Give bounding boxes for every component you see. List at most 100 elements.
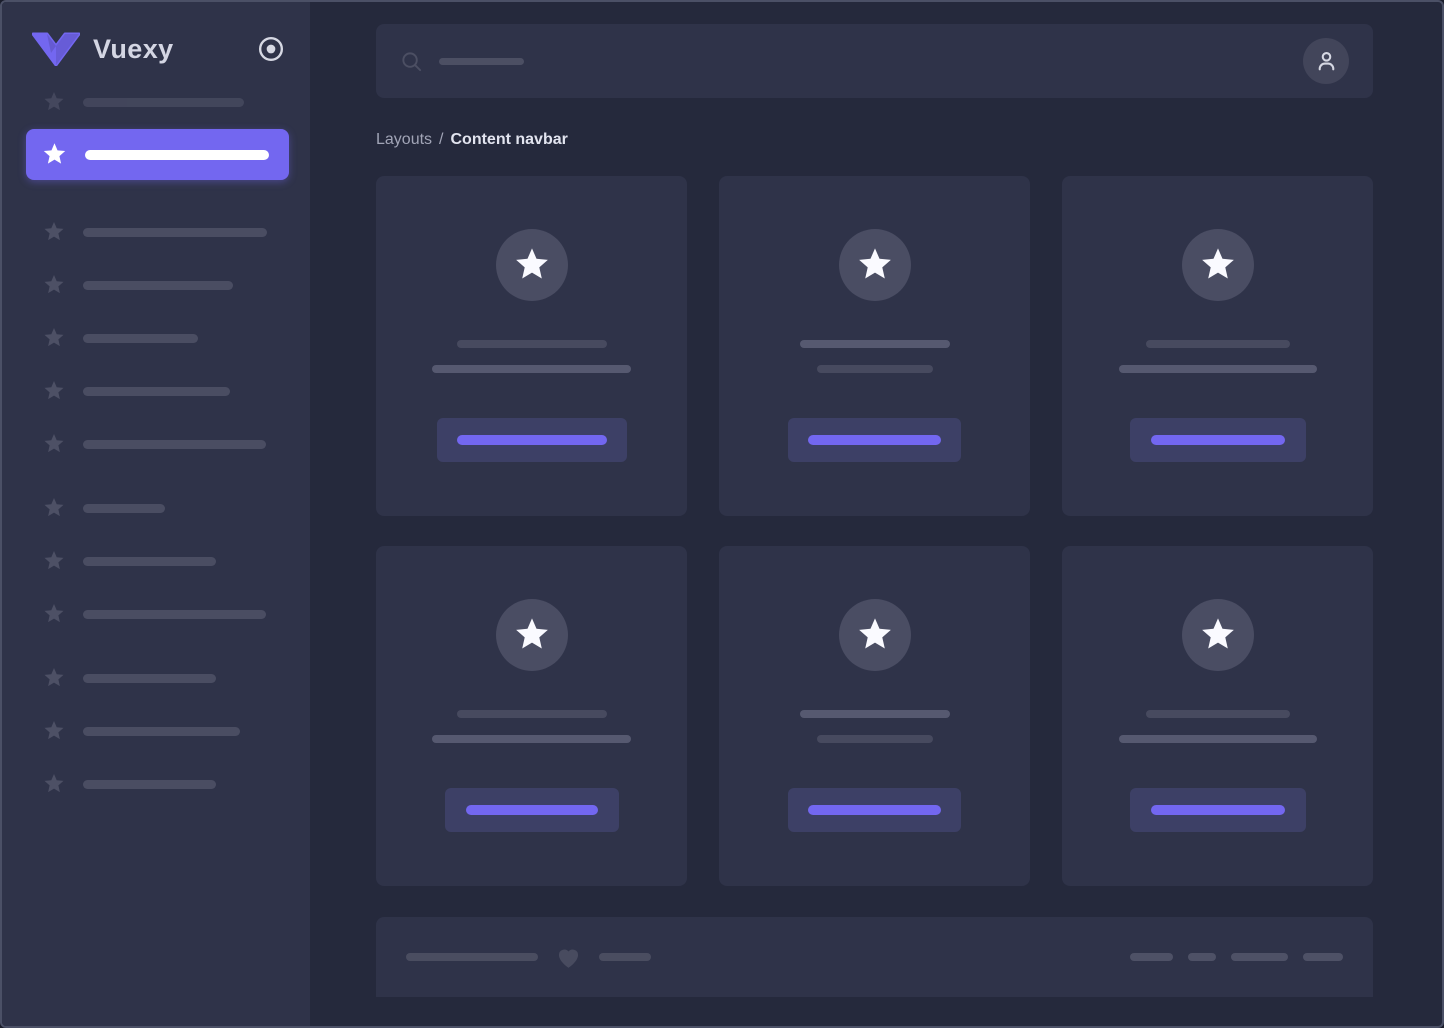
footer-link-skeleton xyxy=(1303,953,1343,961)
card-text-skeleton xyxy=(817,365,933,373)
sidebar-item[interactable] xyxy=(42,602,288,626)
star-icon xyxy=(855,615,895,655)
card-action-button[interactable] xyxy=(1130,788,1306,832)
vuexy-logo-icon xyxy=(32,32,80,66)
card-action-button[interactable] xyxy=(445,788,619,832)
footer-card xyxy=(376,917,1373,997)
heart-icon xyxy=(555,944,582,971)
search-icon xyxy=(400,50,423,73)
sidebar-item-active[interactable] xyxy=(26,129,289,180)
menu-label-skeleton xyxy=(83,610,266,619)
card-action-button[interactable] xyxy=(437,418,627,462)
menu-label-skeleton xyxy=(83,674,216,683)
feature-card xyxy=(1062,176,1373,516)
feature-card xyxy=(376,546,687,886)
menu-label-skeleton xyxy=(83,557,216,566)
sidebar-item[interactable] xyxy=(42,772,288,796)
button-label-skeleton xyxy=(808,805,941,815)
star-icon xyxy=(42,602,66,626)
menu-label-skeleton xyxy=(83,98,244,107)
menu-label-skeleton xyxy=(83,387,230,396)
sidebar-item[interactable] xyxy=(42,90,288,114)
card-title-skeleton xyxy=(1146,340,1290,348)
user-icon xyxy=(1314,49,1339,74)
star-icon xyxy=(42,220,66,244)
menu-label-skeleton xyxy=(83,440,266,449)
feature-card xyxy=(719,176,1030,516)
breadcrumb-current: Content navbar xyxy=(451,131,568,148)
star-badge xyxy=(496,599,568,671)
star-badge xyxy=(1182,229,1254,301)
button-label-skeleton xyxy=(466,805,598,815)
footer-link-skeleton xyxy=(1188,953,1216,961)
main-content: Layouts / Content navbar xyxy=(310,2,1442,1026)
footer-text-skeleton xyxy=(406,953,538,961)
button-label-skeleton xyxy=(808,435,941,445)
breadcrumb: Layouts / Content navbar xyxy=(376,131,1373,149)
sidebar-item[interactable] xyxy=(42,496,288,520)
star-badge xyxy=(839,599,911,671)
search-input[interactable] xyxy=(400,50,524,73)
sidebar: Vuexy xyxy=(2,2,310,1026)
card-text-skeleton xyxy=(432,365,631,373)
star-icon xyxy=(42,549,66,573)
menu-label-skeleton xyxy=(83,281,233,290)
card-action-button[interactable] xyxy=(1130,418,1306,462)
button-label-skeleton xyxy=(1151,435,1285,445)
footer-link-skeleton xyxy=(1130,953,1173,961)
star-icon xyxy=(512,245,552,285)
star-badge xyxy=(1182,599,1254,671)
star-icon xyxy=(42,496,66,520)
radio-circle-icon[interactable] xyxy=(258,36,284,62)
search-placeholder-skeleton xyxy=(439,58,524,65)
star-icon xyxy=(42,326,66,350)
star-icon xyxy=(42,90,66,114)
button-label-skeleton xyxy=(457,435,607,445)
star-icon xyxy=(42,666,66,690)
card-action-button[interactable] xyxy=(788,788,961,832)
brand-name: Vuexy xyxy=(93,34,174,65)
user-avatar[interactable] xyxy=(1303,38,1349,84)
sidebar-item[interactable] xyxy=(42,549,288,573)
sidebar-item[interactable] xyxy=(42,666,288,690)
star-icon xyxy=(42,432,66,456)
breadcrumb-parent[interactable]: Layouts xyxy=(376,131,432,148)
sidebar-item[interactable] xyxy=(42,432,288,456)
menu-label-skeleton xyxy=(83,228,267,237)
footer-text-skeleton xyxy=(599,953,651,961)
sidebar-menu xyxy=(2,66,310,1026)
card-text-skeleton xyxy=(432,735,631,743)
star-icon xyxy=(41,141,68,168)
cards-grid xyxy=(376,176,1373,886)
card-text-skeleton xyxy=(1119,735,1317,743)
star-icon xyxy=(42,379,66,403)
sidebar-item[interactable] xyxy=(42,273,288,297)
footer-link-skeleton xyxy=(1231,953,1288,961)
breadcrumb-separator: / xyxy=(439,131,443,148)
star-icon xyxy=(42,772,66,796)
card-action-button[interactable] xyxy=(788,418,961,462)
feature-card xyxy=(376,176,687,516)
card-title-skeleton xyxy=(457,710,607,718)
menu-label-skeleton xyxy=(83,504,165,513)
menu-label-skeleton xyxy=(85,150,269,160)
star-icon xyxy=(42,273,66,297)
menu-label-skeleton xyxy=(83,334,198,343)
card-title-skeleton xyxy=(800,710,950,718)
footer-links-skeleton xyxy=(1130,953,1343,961)
sidebar-item[interactable] xyxy=(42,719,288,743)
star-icon xyxy=(1198,615,1238,655)
star-badge xyxy=(496,229,568,301)
app-window: Vuexy xyxy=(0,0,1444,1028)
footer-left-skeleton xyxy=(406,944,651,971)
feature-card xyxy=(719,546,1030,886)
card-title-skeleton xyxy=(1146,710,1290,718)
sidebar-item[interactable] xyxy=(42,379,288,403)
star-icon xyxy=(855,245,895,285)
star-icon xyxy=(42,719,66,743)
card-text-skeleton xyxy=(817,735,933,743)
sidebar-item[interactable] xyxy=(42,326,288,350)
star-badge xyxy=(839,229,911,301)
sidebar-item[interactable] xyxy=(42,220,288,244)
menu-label-skeleton xyxy=(83,727,240,736)
